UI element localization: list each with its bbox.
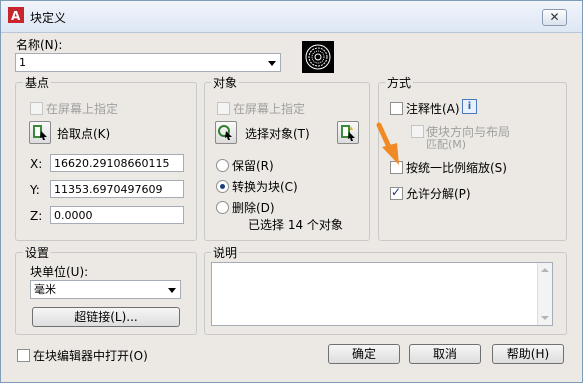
x-label: X: — [30, 157, 43, 171]
name-combobox[interactable]: 1 — [15, 53, 281, 72]
quick-select-icon — [341, 125, 355, 141]
allow-explode-label: 允许分解(P) — [406, 187, 471, 201]
objects-onscreen-label: 在屏幕上指定 — [233, 102, 306, 116]
chevron-down-icon[interactable] — [268, 61, 276, 66]
select-objects-icon — [218, 125, 232, 140]
chevron-down-icon[interactable] — [168, 288, 176, 293]
delete-label: 删除(D) — [232, 201, 275, 215]
open-in-editor-label: 在块编辑器中打开(O) — [33, 349, 148, 363]
name-label: 名称(N): — [16, 38, 63, 52]
block-preview-thumbnail — [302, 41, 334, 73]
scroll-down-icon[interactable] — [541, 316, 549, 320]
delete-radio[interactable] — [216, 201, 229, 214]
settings-title: 设置 — [23, 244, 52, 261]
y-input[interactable]: 11353.6970497609 — [50, 180, 184, 198]
help-button[interactable]: 帮助(H) — [492, 344, 564, 364]
block-unit-label: 块单位(U): — [30, 265, 89, 279]
z-input[interactable]: 0.0000 — [50, 206, 184, 224]
y-label: Y: — [30, 183, 40, 197]
description-scrollbar[interactable] — [537, 263, 552, 325]
autocad-app-icon: A — [8, 7, 24, 23]
behavior-title: 方式 — [385, 74, 414, 91]
pick-point-icon — [33, 125, 47, 140]
annotative-label: 注释性(A) — [406, 102, 460, 116]
match-orientation-label-line2: 匹配(M) — [426, 138, 467, 151]
retain-label: 保留(R) — [232, 159, 274, 173]
objects-title: 对象 — [211, 74, 240, 91]
z-label: Z: — [30, 209, 43, 223]
block-unit-value: 毫米 — [34, 283, 56, 296]
pick-point-button[interactable] — [29, 121, 51, 144]
basepoint-title: 基点 — [23, 74, 52, 91]
convert-to-block-label: 转换为块(C) — [232, 180, 298, 194]
svg-text:A: A — [11, 9, 21, 23]
block-definition-dialog: A 块定义 ✕ 名称(N): 1 基点 在屏幕上指定 拾取点(K) X: 166… — [0, 0, 583, 383]
convert-to-block-radio[interactable] — [216, 180, 229, 193]
scale-uniformly-label: 按统一比例缩放(S) — [406, 161, 507, 175]
basepoint-onscreen-label: 在屏幕上指定 — [46, 102, 119, 116]
cancel-button[interactable]: 取消 — [409, 344, 481, 364]
scroll-up-icon[interactable] — [541, 268, 549, 272]
selected-count-text: 已选择 14 个对象 — [248, 218, 343, 232]
hyperlink-button[interactable]: 超链接(L)... — [32, 307, 180, 327]
allow-explode-checkbox[interactable] — [390, 185, 403, 200]
annotative-checkbox[interactable] — [390, 102, 403, 115]
annotation-arrow-icon — [376, 122, 399, 165]
window-title: 块定义 — [30, 11, 67, 25]
description-textarea[interactable] — [211, 262, 553, 326]
quick-select-button[interactable] — [337, 121, 359, 144]
ok-button[interactable]: 确定 — [328, 344, 400, 364]
block-unit-select[interactable]: 毫米 — [30, 280, 181, 299]
title-bar: A 块定义 ✕ — [1, 1, 582, 33]
basepoint-onscreen-checkbox[interactable] — [30, 102, 43, 115]
match-orientation-checkbox[interactable] — [411, 125, 424, 138]
description-title: 说明 — [211, 244, 240, 261]
name-value: 1 — [19, 56, 26, 69]
retain-radio[interactable] — [216, 159, 229, 172]
objects-onscreen-checkbox[interactable] — [217, 102, 230, 115]
open-in-editor-checkbox[interactable] — [17, 349, 30, 362]
x-input[interactable]: 16620.29108660115 — [50, 154, 184, 172]
info-icon[interactable]: i — [462, 99, 477, 114]
select-objects-button[interactable] — [215, 121, 237, 144]
close-button[interactable]: ✕ — [542, 9, 567, 26]
select-objects-label: 选择对象(T) — [245, 127, 310, 141]
pick-point-label: 拾取点(K) — [57, 127, 111, 141]
